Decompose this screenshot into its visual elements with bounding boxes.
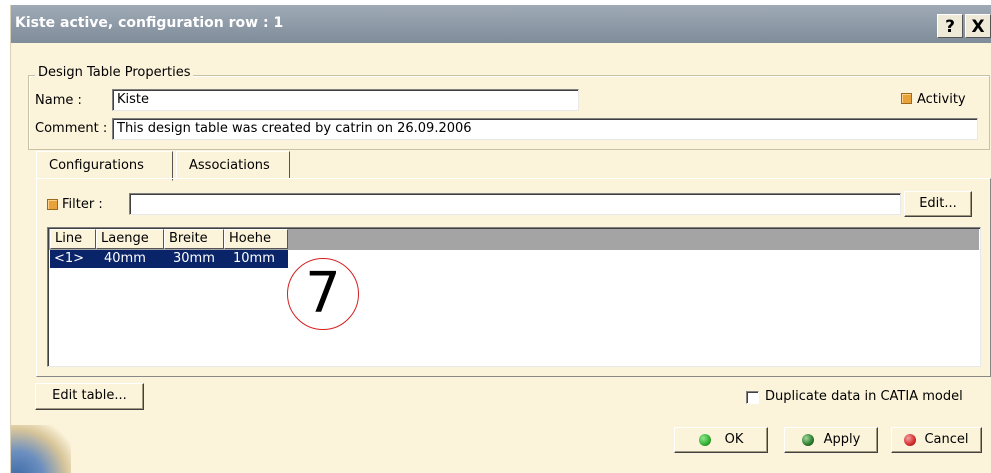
cancel-icon	[904, 433, 917, 446]
ok-label: OK	[724, 432, 744, 447]
column-header-line[interactable]: Line	[50, 229, 96, 249]
column-header-hoehe[interactable]: Hoehe	[224, 229, 288, 249]
column-header-laenge[interactable]: Laenge	[96, 229, 164, 249]
ok-button[interactable]: OK	[674, 427, 768, 453]
table-cell-hoehe: 10mm	[233, 251, 275, 266]
column-header-breite[interactable]: Breite	[164, 229, 224, 249]
table-cell-breite: 30mm	[173, 251, 215, 266]
comment-field[interactable]: This design table was created by catrin …	[112, 118, 978, 140]
table-cell-line: <1>	[54, 251, 85, 266]
name-label: Name :	[35, 93, 82, 108]
filter-input[interactable]	[129, 193, 901, 215]
configurations-table[interactable]: Line Laenge Breite Hoehe <1> 40mm 30mm 1…	[47, 227, 981, 367]
properties-group-title: Design Table Properties	[35, 65, 194, 80]
filter-edit-button[interactable]: Edit...	[904, 191, 972, 217]
edit-table-button[interactable]: Edit table...	[35, 383, 144, 410]
cancel-label: Cancel	[924, 432, 969, 447]
help-button[interactable]: ?	[937, 14, 963, 38]
activity-checkbox[interactable]	[901, 93, 912, 104]
title-bar[interactable]: Kiste active, configuration row : 1 ? X	[11, 5, 991, 43]
apply-icon	[801, 433, 814, 446]
apply-label: Apply	[823, 432, 861, 447]
cancel-button[interactable]: Cancel	[891, 427, 982, 453]
design-table-dialog: Kiste active, configuration row : 1 ? X …	[10, 5, 991, 473]
filter-label: Filter :	[62, 197, 103, 212]
duplicate-data-label: Duplicate data in CATIA model	[765, 389, 963, 404]
comment-label: Comment :	[35, 121, 108, 136]
tab-configurations[interactable]: Configurations	[36, 151, 173, 181]
name-field[interactable]: Kiste	[112, 89, 579, 111]
tab-associations[interactable]: Associations	[176, 151, 290, 179]
close-button[interactable]: X	[965, 14, 991, 38]
window-title: Kiste active, configuration row : 1	[15, 15, 284, 31]
catia-logo	[11, 425, 71, 473]
apply-button[interactable]: Apply	[784, 427, 878, 453]
configurations-panel: Filter : Edit... Line Laenge Breite Hoeh…	[36, 178, 991, 377]
table-cell-laenge: 40mm	[104, 251, 146, 266]
duplicate-data-checkbox[interactable]	[746, 391, 759, 404]
ok-icon	[698, 433, 711, 446]
filter-checkbox[interactable]	[47, 199, 58, 210]
callout-annotation: 7	[287, 258, 359, 330]
activity-label: Activity	[917, 92, 966, 107]
